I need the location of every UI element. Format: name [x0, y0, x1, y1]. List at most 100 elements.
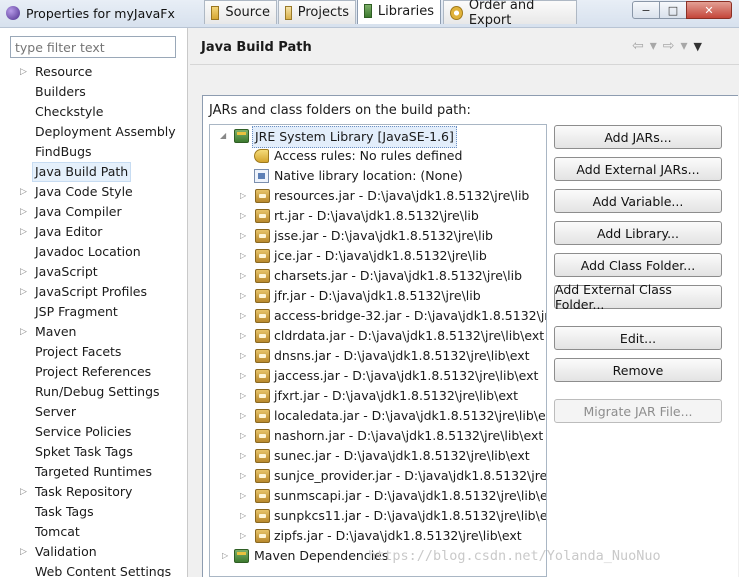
libraries-tree[interactable]: ◢ JRE System Library [JavaSE-1.6] Access… — [209, 124, 547, 577]
add-variable-button[interactable]: Add Variable... — [554, 189, 722, 213]
sidebar-item[interactable]: Spket Task Tags — [0, 442, 188, 462]
sidebar-item[interactable]: ▷ JavaScript Profiles — [0, 282, 188, 302]
sidebar-item[interactable]: Targeted Runtimes — [0, 462, 188, 482]
tab-libraries[interactable]: Libraries — [357, 0, 441, 24]
sidebar-item[interactable]: Run/Debug Settings — [0, 382, 188, 402]
tree-row-jar[interactable]: ▷ cldrdata.jar - D:\java\jdk1.8.5132\jre\… — [210, 326, 546, 346]
chevron-right-icon[interactable]: ▷ — [20, 182, 27, 202]
sidebar-item[interactable]: ▷ Java Code Style — [0, 182, 188, 202]
chevron-right-icon[interactable]: ▷ — [20, 282, 27, 302]
migrate-jar-button[interactable]: Migrate JAR File... — [554, 399, 722, 423]
close-button[interactable]: ✕ — [686, 1, 732, 19]
tree-row-jar[interactable]: ▷ nashorn.jar - D:\java\jdk1.8.5132\jre\l… — [210, 426, 546, 446]
tree-row-jar[interactable]: ▷ resources.jar - D:\java\jdk1.8.5132\jre… — [210, 186, 546, 206]
collapsed-arrow-icon[interactable]: ▷ — [240, 306, 250, 326]
maximize-button[interactable]: □ — [659, 1, 687, 19]
tree-row-jre[interactable]: ◢ JRE System Library [JavaSE-1.6] — [210, 126, 546, 148]
sidebar-item[interactable]: Java Build Path — [0, 162, 188, 182]
collapsed-arrow-icon[interactable]: ▷ — [240, 226, 250, 246]
add-library-button[interactable]: Add Library... — [554, 221, 722, 245]
tree-row-access-rules[interactable]: Access rules: No rules defined — [210, 146, 546, 166]
tree-row-jar[interactable]: ▷ rt.jar - D:\java\jdk1.8.5132\jre\lib — [210, 206, 546, 226]
collapsed-arrow-icon[interactable]: ▷ — [240, 286, 250, 306]
chevron-right-icon[interactable]: ▷ — [20, 262, 27, 282]
minimize-button[interactable]: − — [632, 1, 660, 19]
sidebar-item[interactable]: FindBugs — [0, 142, 188, 162]
sidebar-item[interactable]: Builders — [0, 82, 188, 102]
collapsed-arrow-icon[interactable]: ▷ — [240, 406, 250, 426]
sidebar-item[interactable]: ▷ Java Editor — [0, 222, 188, 242]
sidebar-item[interactable]: Javadoc Location — [0, 242, 188, 262]
sidebar-item[interactable]: Service Policies — [0, 422, 188, 442]
tree-row-jar[interactable]: ▷ sunmscapi.jar - D:\java\jdk1.8.5132\jre… — [210, 486, 546, 506]
menu-chevron-icon[interactable]: ▼ — [694, 40, 708, 53]
collapsed-arrow-icon[interactable]: ▷ — [240, 326, 250, 346]
collapsed-arrow-icon[interactable]: ▷ — [240, 446, 250, 466]
tree-row-jar[interactable]: ▷ sunjce_provider.jar - D:\java\jdk1.8.51… — [210, 466, 546, 486]
collapsed-arrow-icon[interactable]: ▷ — [240, 386, 250, 406]
sidebar-item[interactable]: JSP Fragment — [0, 302, 188, 322]
collapsed-arrow-icon[interactable]: ▷ — [240, 346, 250, 366]
tree-row-jar[interactable]: ▷ jfr.jar - D:\java\jdk1.8.5132\jre\lib — [210, 286, 546, 306]
edit-button[interactable]: Edit... — [554, 326, 722, 350]
filter-input[interactable] — [10, 36, 176, 58]
tab-source[interactable]: Source — [204, 0, 277, 24]
add-external-jars-button[interactable]: Add External JARs... — [554, 157, 722, 181]
back-arrow-icon[interactable]: ⇦▾ — [632, 38, 663, 54]
tree-row-jar[interactable]: ▷ localedata.jar - D:\java\jdk1.8.5132\jr… — [210, 406, 546, 426]
chevron-right-icon[interactable]: ▷ — [20, 482, 27, 502]
tree-row-jar[interactable]: ▷ access-bridge-32.jar - D:\java\jdk1.8.5… — [210, 306, 546, 326]
sidebar-item[interactable]: ▷ Resource — [0, 62, 188, 82]
history-nav[interactable]: ⇦▾⇨▾▼ — [632, 38, 708, 54]
sidebar-item[interactable]: Project References — [0, 362, 188, 382]
tree-row-jar[interactable]: ▷ zipfs.jar - D:\java\jdk1.8.5132\jre\lib… — [210, 526, 546, 546]
collapsed-arrow-icon[interactable]: ▷ — [240, 266, 250, 286]
sidebar-item[interactable]: Web Content Settings — [0, 562, 188, 577]
add-external-class-folder-button[interactable]: Add External Class Folder... — [554, 282, 722, 312]
collapsed-arrow-icon[interactable]: ▷ — [240, 246, 250, 266]
chevron-right-icon[interactable]: ▷ — [20, 202, 27, 222]
sidebar-item[interactable]: Tomcat — [0, 522, 188, 542]
tree-row-jar[interactable]: ▷ sunpkcs11.jar - D:\java\jdk1.8.5132\jre… — [210, 506, 546, 526]
chevron-right-icon[interactable]: ▷ — [20, 322, 27, 342]
collapsed-arrow-icon[interactable]: ▷ — [240, 526, 250, 546]
tree-row-jar[interactable]: ▷ jsse.jar - D:\java\jdk1.8.5132\jre\lib — [210, 226, 546, 246]
tree-row-jar[interactable]: ▷ charsets.jar - D:\java\jdk1.8.5132\jre\… — [210, 266, 546, 286]
sidebar-item[interactable]: Server — [0, 402, 188, 422]
sidebar-item[interactable]: ▷ Java Compiler — [0, 202, 188, 222]
remove-button[interactable]: Remove — [554, 358, 722, 382]
add-class-folder-button[interactable]: Add Class Folder... — [554, 253, 722, 277]
collapsed-arrow-icon[interactable]: ▷ — [240, 426, 250, 446]
jar-icon — [255, 289, 270, 303]
chevron-right-icon[interactable]: ▷ — [20, 62, 27, 82]
sidebar-item[interactable]: ▷ Maven — [0, 322, 188, 342]
tree-row-jar[interactable]: ▷ jce.jar - D:\java\jdk1.8.5132\jre\lib — [210, 246, 546, 266]
collapsed-arrow-icon[interactable]: ▷ — [240, 486, 250, 506]
sidebar-item[interactable]: Deployment Assembly — [0, 122, 188, 142]
chevron-right-icon[interactable]: ▷ — [20, 542, 27, 562]
collapsed-arrow-icon[interactable]: ▷ — [240, 206, 250, 226]
tree-row-jar[interactable]: ▷ jfxrt.jar - D:\java\jdk1.8.5132\jre\lib… — [210, 386, 546, 406]
collapsed-arrow-icon[interactable]: ▷ — [240, 366, 250, 386]
jar-icon — [255, 409, 270, 423]
tree-row-native[interactable]: Native library location: (None) — [210, 166, 546, 186]
tree-row-jar[interactable]: ▷ sunec.jar - D:\java\jdk1.8.5132\jre\lib… — [210, 446, 546, 466]
tree-row-jar[interactable]: ▷ jaccess.jar - D:\java\jdk1.8.5132\jre\l… — [210, 366, 546, 386]
add-jars-button[interactable]: Add JARs... — [554, 125, 722, 149]
collapsed-arrow-icon[interactable]: ▷ — [222, 546, 232, 566]
tab-projects[interactable]: Projects — [278, 0, 356, 24]
tree-row-jar[interactable]: ▷ dnsns.jar - D:\java\jdk1.8.5132\jre\lib… — [210, 346, 546, 366]
collapsed-arrow-icon[interactable]: ▷ — [240, 506, 250, 526]
sidebar-item[interactable]: Task Tags — [0, 502, 188, 522]
tab-order-export[interactable]: Order and Export — [443, 0, 577, 28]
collapsed-arrow-icon[interactable]: ▷ — [240, 466, 250, 486]
collapsed-arrow-icon[interactable]: ▷ — [240, 186, 250, 206]
sidebar-item[interactable]: ▷ Task Repository — [0, 482, 188, 502]
chevron-right-icon[interactable]: ▷ — [20, 222, 27, 242]
forward-arrow-icon[interactable]: ⇨▾ — [663, 38, 694, 54]
sidebar-item[interactable]: ▷ JavaScript — [0, 262, 188, 282]
sidebar-item[interactable]: ▷ Validation — [0, 542, 188, 562]
expanded-arrow-icon[interactable]: ◢ — [220, 126, 230, 146]
sidebar-item[interactable]: Project Facets — [0, 342, 188, 362]
sidebar-item[interactable]: Checkstyle — [0, 102, 188, 122]
